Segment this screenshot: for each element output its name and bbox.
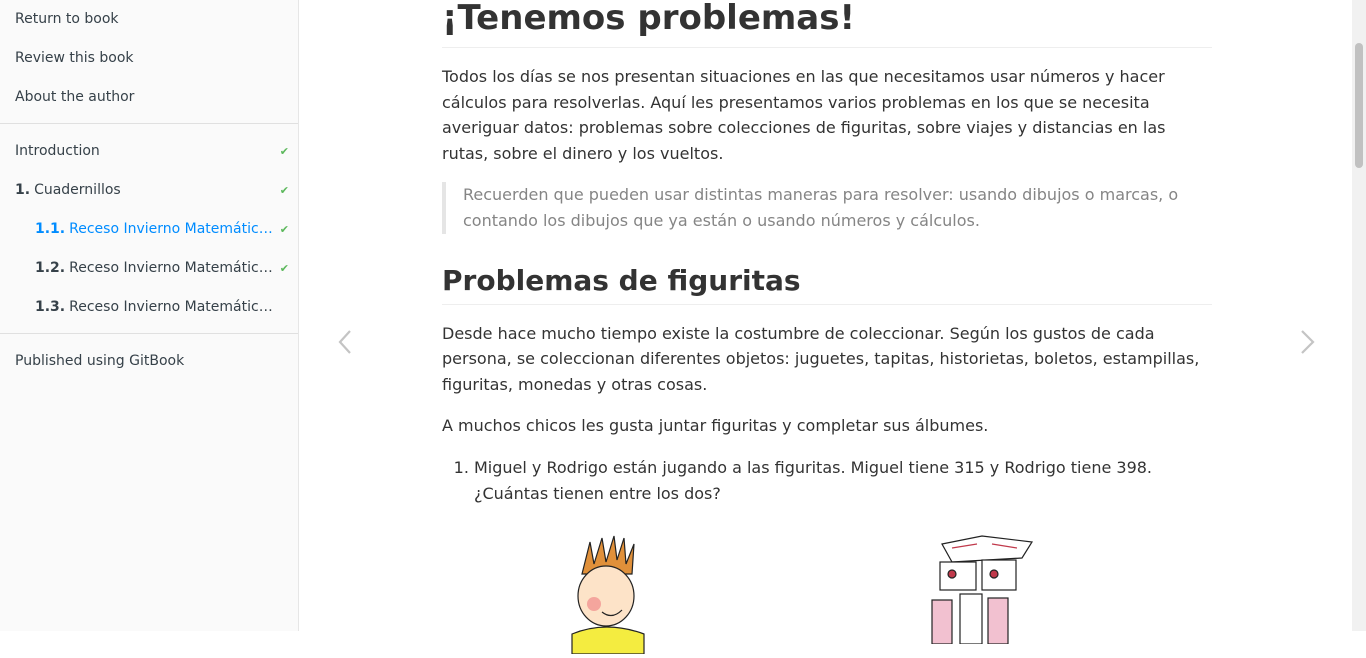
- illustrations: [442, 534, 1212, 655]
- section-paragraph: A muchos chicos les gusta juntar figurit…: [442, 416, 989, 436]
- sidebar-chapter-list: Introduction ✔ 1. Cuadernillos ✔ 1.1. Rece…: [0, 132, 298, 327]
- review-book-link[interactable]: Review this book: [0, 39, 298, 78]
- intro-paragraph: Todos los días se nos presentan situacio…: [442, 67, 1166, 163]
- sidebar-divider: [0, 333, 298, 334]
- chapter-receso-rojo[interactable]: 1.1. Receso Invierno Matemática Rojo ✔: [0, 210, 298, 249]
- previous-page-button[interactable]: [331, 327, 361, 357]
- problem-item: Miguel y Rodrigo están jugando a las fig…: [474, 455, 1212, 506]
- boy-illustration: [571, 535, 645, 655]
- about-author-link[interactable]: About the author: [0, 78, 298, 117]
- chapter-number: 1.: [15, 182, 31, 198]
- chevron-right-icon: [1301, 330, 1315, 354]
- chapter-receso-azul[interactable]: 1.2. Receso Invierno Matemática Azul ✔: [0, 249, 298, 288]
- sidebar-footer: Published using GitBook: [0, 342, 298, 381]
- check-icon: ✔: [279, 184, 289, 197]
- page-content: ¡Tenemos problemas! Todos los días se no…: [442, 0, 1212, 655]
- book-summary-sidebar: Return to book Review this book About th…: [0, 0, 299, 631]
- tip-quote: Recuerden que pueden usar distintas mane…: [442, 182, 1212, 234]
- page-title: ¡Tenemos problemas!: [442, 0, 1212, 48]
- chapter-label: Introduction: [15, 143, 100, 159]
- page-scrollbar[interactable]: [1352, 0, 1366, 631]
- robot-toy-illustration: [931, 535, 1034, 645]
- section-heading: Problemas de figuritas: [442, 264, 1212, 305]
- sidebar-top-links: Return to book Review this book About th…: [0, 0, 298, 117]
- sidebar-divider: [0, 123, 298, 124]
- return-to-book-link[interactable]: Return to book: [0, 0, 298, 39]
- chevron-left-icon: [338, 330, 351, 354]
- check-icon: ✔: [279, 223, 289, 236]
- chapter-cuadernillos[interactable]: 1. Cuadernillos ✔: [0, 171, 298, 210]
- problem-list: Miguel y Rodrigo están jugando a las fig…: [442, 455, 1212, 506]
- next-page-button[interactable]: [1293, 327, 1323, 357]
- chapter-label: Receso Invierno Matemática Rojo: [69, 221, 298, 237]
- chapter-number: 1.2.: [35, 260, 66, 276]
- chapter-number: 1.3.: [35, 299, 66, 315]
- section-paragraph: Desde hace mucho tiempo existe la costum…: [442, 323, 1200, 394]
- chapter-number: 1.1.: [35, 221, 66, 237]
- chapter-label: Receso Invierno Matemática Verde: [69, 299, 298, 315]
- check-icon: ✔: [279, 145, 289, 158]
- published-using-gitbook-link[interactable]: Published using GitBook: [0, 342, 298, 381]
- scrollbar-thumb[interactable]: [1355, 43, 1363, 168]
- chapter-introduction[interactable]: Introduction ✔: [0, 132, 298, 171]
- check-icon: ✔: [279, 262, 289, 275]
- chapter-label: Receso Invierno Matemática Azul: [69, 260, 298, 276]
- chapter-label: Cuadernillos: [34, 182, 121, 198]
- chapter-receso-verde[interactable]: 1.3. Receso Invierno Matemática Verde: [0, 288, 298, 327]
